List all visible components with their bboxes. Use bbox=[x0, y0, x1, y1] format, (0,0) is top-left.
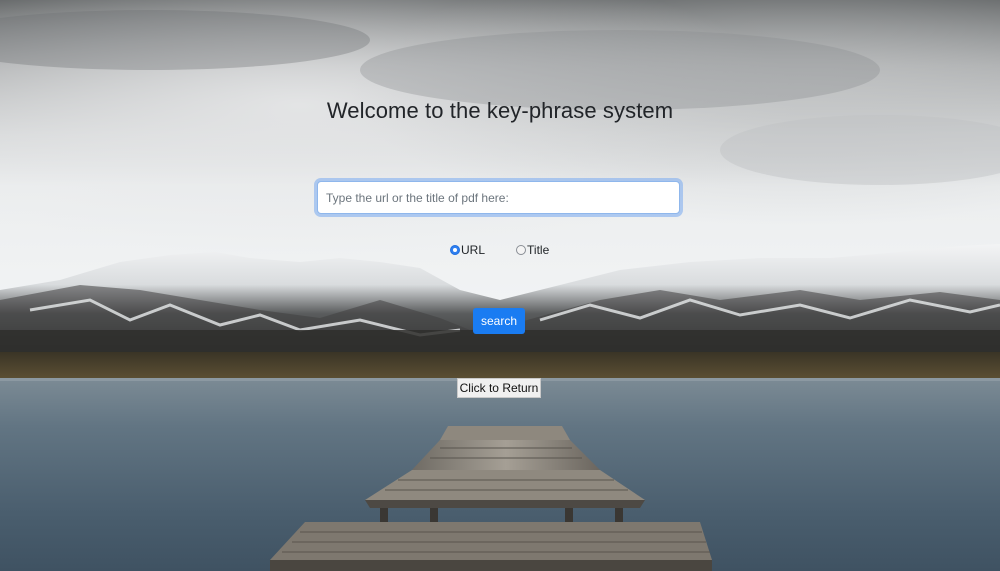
radio-url-label: URL bbox=[461, 243, 486, 257]
search-button[interactable]: search bbox=[473, 308, 525, 334]
radio-option-url[interactable]: URL bbox=[450, 243, 485, 257]
radio-option-title[interactable]: Title bbox=[516, 243, 549, 257]
page-title: Welcome to the key-phrase system bbox=[326, 98, 674, 123]
radio-url-control[interactable] bbox=[450, 245, 460, 255]
radio-title-label: Title bbox=[527, 243, 550, 257]
radio-title-control[interactable] bbox=[516, 245, 527, 255]
page: Welcome to the key-phrase system URL Tit… bbox=[0, 0, 1000, 571]
search-input[interactable] bbox=[317, 181, 680, 214]
search-type-radio-group: URL Title bbox=[450, 243, 549, 257]
content-overlay: Welcome to the key-phrase system URL Tit… bbox=[0, 0, 1000, 571]
return-button[interactable]: Click to Return bbox=[457, 378, 541, 398]
